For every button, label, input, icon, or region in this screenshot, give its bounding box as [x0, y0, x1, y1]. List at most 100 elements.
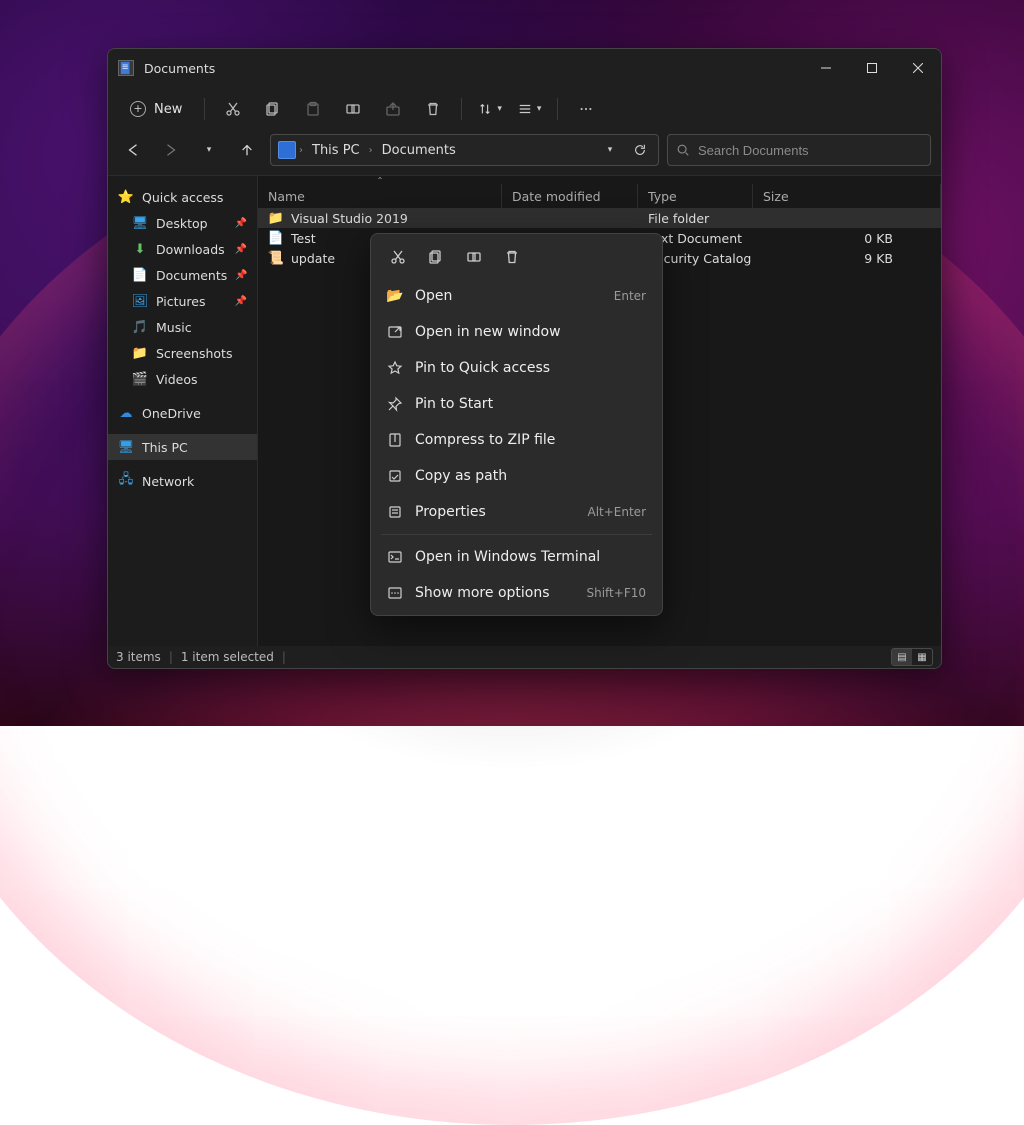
status-bar: 3 items | 1 item selected | ▤ ▦ [108, 646, 941, 668]
context-menu: 📂OpenEnterOpen in new window Pin to Quick… [370, 233, 663, 616]
context-menu-item-pin-to-quick-access[interactable]: Pin to Quick access [375, 350, 658, 386]
recent-locations-button[interactable]: ▾ [194, 135, 224, 165]
chevron-down-icon: ▾ [608, 145, 613, 155]
ctx-copy-button[interactable] [419, 242, 453, 272]
sidebar-item-onedrive[interactable]: ☁ OneDrive [108, 400, 257, 426]
file-type: File folder [638, 208, 753, 228]
context-menu-item-compress-to-zip-file[interactable]: Compress to ZIP file [375, 422, 658, 458]
details-view-button[interactable]: ▤ [892, 649, 912, 665]
view-button[interactable]: ▾ [512, 92, 548, 126]
delete-button[interactable] [415, 92, 451, 126]
file-row[interactable]: 📁Visual Studio 2019File folder [258, 208, 941, 228]
star-icon: ⭐ [118, 189, 134, 205]
plus-circle-icon: + [130, 101, 146, 117]
sidebar-item-label: Music [156, 320, 192, 335]
breadcrumb-segment[interactable]: Documents [376, 139, 462, 162]
file-size: 9 KB [753, 248, 941, 268]
pin-icon: 📌 [235, 218, 247, 229]
sidebar-item-videos[interactable]: 🎬Videos [108, 366, 257, 392]
context-menu-item-open[interactable]: 📂OpenEnter [375, 278, 658, 314]
pictures-icon: 🖼 [132, 293, 148, 309]
file-name: Visual Studio 2019 [291, 211, 408, 226]
up-button[interactable] [232, 135, 262, 165]
pin-icon [387, 396, 403, 412]
context-menu-item-copy-as-path[interactable]: Copy as path [375, 458, 658, 494]
ctx-delete-button[interactable] [495, 242, 529, 272]
sidebar-item-label: OneDrive [142, 406, 201, 421]
maximize-button[interactable] [849, 49, 895, 87]
sidebar-item-label: Downloads [156, 242, 225, 257]
context-menu-item-properties[interactable]: Properties Alt+Enter [375, 494, 658, 530]
column-header-type[interactable]: Type [638, 184, 753, 208]
context-menu-item-open-in-windows-terminal[interactable]: Open in Windows Terminal [375, 539, 658, 575]
ctx-cut-button[interactable] [381, 242, 415, 272]
desktop-icon: 🖥 [132, 215, 148, 231]
sidebar-item-this-pc[interactable]: 🖥 This PC [108, 434, 257, 460]
properties-icon [387, 504, 403, 520]
address-bar[interactable]: › This PC › Documents ▾ [270, 134, 659, 166]
column-header-size[interactable]: Size [753, 184, 941, 208]
more-button[interactable] [568, 92, 604, 126]
history-dropdown-button[interactable]: ▾ [596, 136, 624, 164]
tiles-view-button[interactable]: ▦ [912, 649, 932, 665]
sidebar-item-music[interactable]: 🎵Music [108, 314, 257, 340]
zip-icon [387, 432, 403, 448]
sidebar-item-screenshots[interactable]: 📁Screenshots [108, 340, 257, 366]
file-date [502, 208, 638, 228]
shortcut-label: Alt+Enter [587, 505, 646, 519]
context-menu-item-open-in-new-window[interactable]: Open in new window [375, 314, 658, 350]
ctx-rename-button[interactable] [457, 242, 491, 272]
back-button[interactable] [118, 135, 148, 165]
refresh-button[interactable] [626, 136, 654, 164]
file-size: 0 KB [753, 228, 941, 248]
column-header-date[interactable]: Date modified [502, 184, 638, 208]
separator [461, 98, 462, 120]
context-menu-item-label: Show more options [415, 585, 550, 601]
column-header-name[interactable]: Name [258, 184, 502, 208]
sidebar-item-label: Screenshots [156, 346, 232, 361]
shortcut-label: Enter [614, 289, 646, 303]
context-menu-toolbar [375, 238, 658, 278]
close-button[interactable] [895, 49, 941, 87]
catalog-icon: 📜 [268, 250, 284, 266]
file-explorer-window: Documents + New ▾ ▾ ▾ › T [107, 48, 942, 669]
sort-button[interactable]: ▾ [472, 92, 508, 126]
minimize-button[interactable] [803, 49, 849, 87]
sidebar-item-downloads[interactable]: ⬇Downloads📌 [108, 236, 257, 262]
command-bar: + New ▾ ▾ [108, 87, 941, 131]
sidebar-item-pictures[interactable]: 🖼Pictures📌 [108, 288, 257, 314]
context-menu-item-label: Properties [415, 504, 486, 520]
context-menu-item-pin-to-start[interactable]: Pin to Start [375, 386, 658, 422]
sidebar-item-documents[interactable]: 📄Documents📌 [108, 262, 257, 288]
cut-button[interactable] [215, 92, 251, 126]
shortcut-label: Shift+F10 [586, 586, 646, 600]
chevron-down-icon: ▾ [207, 145, 212, 155]
paste-button [295, 92, 331, 126]
sidebar-item-network[interactable]: 🖧 Network [108, 468, 257, 494]
copy-button[interactable] [255, 92, 291, 126]
search-icon [676, 143, 690, 157]
more-icon [387, 585, 403, 601]
context-menu-item-label: Pin to Quick access [415, 360, 550, 376]
new-button[interactable]: + New [118, 96, 194, 122]
pin-icon: 📌 [235, 270, 247, 281]
folder-open-icon: 📂 [387, 288, 403, 304]
separator: | [282, 650, 286, 664]
rename-button[interactable] [335, 92, 371, 126]
context-menu-divider [381, 534, 652, 535]
breadcrumb-segment[interactable]: This PC [306, 139, 366, 162]
sidebar-item-desktop[interactable]: 🖥Desktop📌 [108, 210, 257, 236]
sidebar-item-label: Documents [156, 268, 227, 283]
sidebar-item-quick-access[interactable]: ⭐ Quick access [108, 184, 257, 210]
pin-icon: 📌 [235, 296, 247, 307]
titlebar[interactable]: Documents [108, 49, 941, 87]
sidebar-item-label: Videos [156, 372, 198, 387]
view-mode-switch: ▤ ▦ [891, 648, 933, 666]
navigation-row: ▾ › This PC › Documents ▾ [108, 131, 941, 175]
file-size [753, 208, 941, 228]
context-menu-item-show-more-options[interactable]: Show more options Shift+F10 [375, 575, 658, 611]
search-box[interactable] [667, 134, 931, 166]
search-input[interactable] [698, 143, 922, 158]
documents-icon [118, 60, 134, 76]
column-header-row: Name Date modified Type Size [258, 184, 941, 208]
